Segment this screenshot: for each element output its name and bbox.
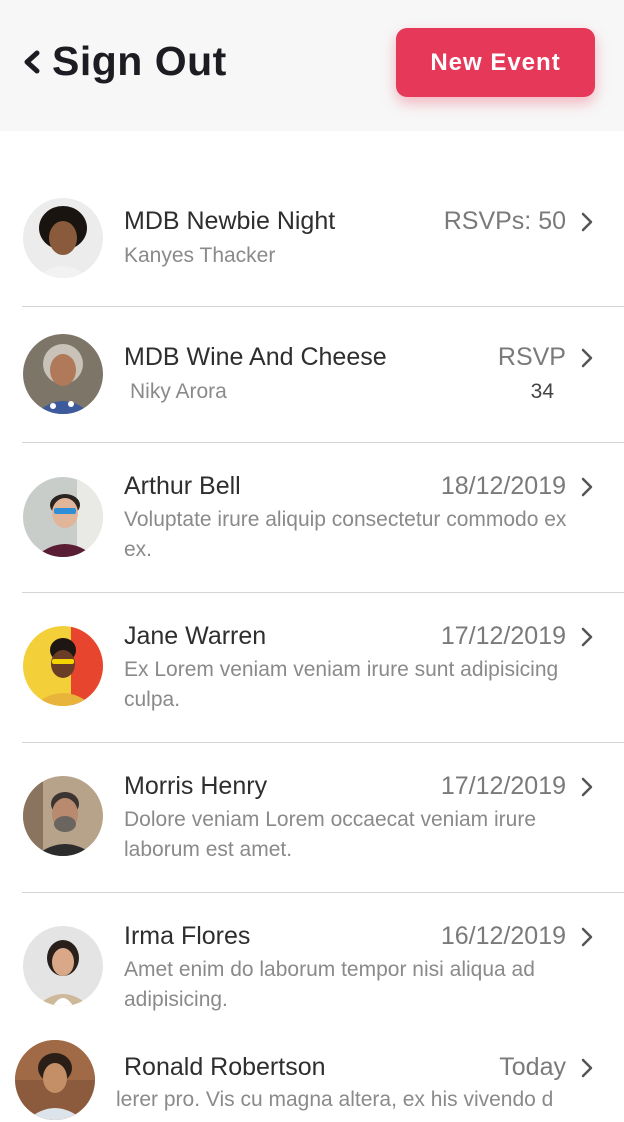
event-title: MDB Newbie Night <box>124 207 336 235</box>
message-preview: Dolore veniam Lorem occaecat veniam irur… <box>124 808 537 861</box>
rsvp-label: RSVP <box>497 343 566 371</box>
avatar <box>23 334 103 414</box>
chevron-right-icon <box>581 477 593 497</box>
message-date: 16/12/2019 <box>440 922 566 950</box>
sender-name: Jane Warren <box>124 622 267 650</box>
rsvp-count: 34 <box>530 380 554 403</box>
avatar <box>23 626 103 706</box>
list-item[interactable]: Arthur Bell 18/12/2019 Voluptate irure a… <box>0 443 624 592</box>
event-host: Kanyes Thacker <box>124 244 276 267</box>
message-date: Today <box>499 1053 566 1081</box>
list-item[interactable]: Ronald Robertson Today lerer pro. Vis cu… <box>0 1038 624 1122</box>
sender-name: Ronald Robertson <box>124 1053 326 1081</box>
list-item[interactable]: MDB Newbie Night RSVPs: 50 Kanyes Thacke… <box>0 131 624 306</box>
message-preview: Voluptate irure aliquip consectetur comm… <box>124 508 567 561</box>
avatar <box>23 776 103 856</box>
sender-name: Irma Flores <box>124 922 251 950</box>
new-event-button[interactable]: New Event <box>396 28 595 97</box>
chevron-left-icon <box>24 50 40 73</box>
message-date: 18/12/2019 <box>440 472 566 500</box>
avatar <box>23 198 103 278</box>
sign-out-label: Sign Out <box>52 38 227 84</box>
event-title: MDB Wine And Cheese <box>124 343 387 371</box>
event-host: Niky Arora <box>130 380 227 403</box>
list-item[interactable]: Irma Flores 16/12/2019 Amet enim do labo… <box>0 893 624 1038</box>
chevron-right-icon <box>581 348 593 368</box>
chevron-right-icon <box>581 777 593 797</box>
list-item[interactable]: Jane Warren 17/12/2019 Ex Lorem veniam v… <box>0 593 624 742</box>
list-item[interactable]: Morris Henry 17/12/2019 Dolore veniam Lo… <box>0 743 624 892</box>
message-date: 17/12/2019 <box>440 622 566 650</box>
chevron-right-icon <box>581 927 593 947</box>
sender-name: Arthur Bell <box>124 472 241 500</box>
avatar <box>15 1040 95 1120</box>
sign-out-button[interactable]: Sign Out <box>22 38 227 85</box>
message-preview: Amet enim do laborum tempor nisi aliqua … <box>124 958 535 1011</box>
sender-name: Morris Henry <box>124 772 268 800</box>
rsvp-count: RSVPs: 50 <box>443 207 566 235</box>
chevron-right-icon <box>581 212 593 232</box>
list-item[interactable]: MDB Wine And Cheese RSVP Niky Arora 34 <box>0 307 624 442</box>
chevron-right-icon <box>581 627 593 647</box>
message-date: 17/12/2019 <box>440 772 566 800</box>
avatar <box>23 926 103 1006</box>
app-header: Sign Out New Event <box>0 0 624 131</box>
message-preview: lerer pro. Vis cu magna altera, ex his v… <box>116 1088 554 1111</box>
message-preview: Ex Lorem veniam veniam irure sunt adipis… <box>124 658 559 711</box>
chevron-right-icon <box>581 1058 593 1078</box>
avatar <box>23 477 103 557</box>
